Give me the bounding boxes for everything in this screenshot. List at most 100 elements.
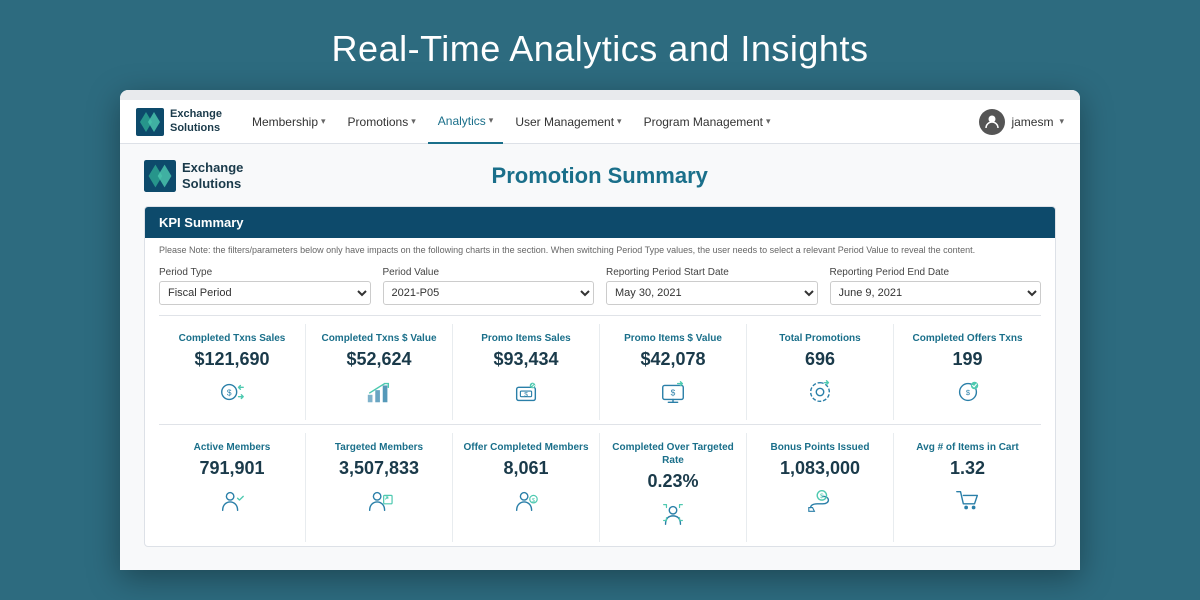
kpi-section: KPI Summary Please Note: the filters/par… <box>144 206 1056 547</box>
kpi-total-promotions-value: 696 <box>805 349 835 370</box>
kpi-completed-txns-value-value: $52,624 <box>346 349 411 370</box>
user-name-label: jamesm <box>1011 115 1053 129</box>
nav-user: jamesm ▾ <box>979 109 1064 135</box>
kpi-offer-completed-members-label: Offer Completed Members <box>463 441 588 454</box>
person-scan-icon <box>659 500 687 534</box>
kpi-promo-items-sales-label: Promo Items Sales <box>481 332 570 345</box>
filter-period-value-select[interactable]: 2021-P05 <box>383 281 595 305</box>
kpi-cell-avg-items-in-cart: Avg # of Items in Cart 1.32 <box>894 433 1041 542</box>
report-brand: Exchange Solutions <box>144 160 243 192</box>
kpi-total-promotions-label: Total Promotions <box>779 332 860 345</box>
filter-period-type-label: Period Type <box>159 267 371 278</box>
kpi-avg-items-in-cart-label: Avg # of Items in Cart <box>916 441 1018 454</box>
report-brand-logo-icon <box>144 160 176 192</box>
navbar-brand-name: Exchange Solutions <box>170 108 222 134</box>
nav-membership[interactable]: Membership ▾ <box>242 100 336 144</box>
filter-period-type-select[interactable]: Fiscal Period <box>159 281 371 305</box>
kpi-row-2: Active Members 791,901 Targeted Memb <box>145 425 1055 546</box>
filter-end-date: Reporting Period End Date June 9, 2021 <box>830 267 1042 305</box>
program-management-chevron: ▾ <box>766 116 771 127</box>
hand-coins-icon: $ <box>806 487 834 521</box>
kpi-cell-total-promotions: Total Promotions 696 <box>747 324 894 420</box>
kpi-completed-txns-sales-value: $121,690 <box>194 349 269 370</box>
nav-user-management[interactable]: User Management ▾ <box>505 100 631 144</box>
report-brand-name: Exchange Solutions <box>182 160 243 191</box>
kpi-completed-over-targeted-rate-label: Completed Over Targeted Rate <box>604 441 742 467</box>
person-target-icon <box>365 487 393 521</box>
report-header: Exchange Solutions Promotion Summary <box>144 160 1056 192</box>
svg-text:$: $ <box>671 387 676 397</box>
kpi-cell-promo-items-sales: Promo Items Sales $93,434 $ <box>453 324 600 420</box>
filter-period-value-label: Period Value <box>383 267 595 278</box>
filter-start-date-label: Reporting Period Start Date <box>606 267 818 278</box>
money-transfer-icon: $ <box>218 378 246 412</box>
kpi-active-members-label: Active Members <box>194 441 271 454</box>
kpi-cell-offer-completed-members: Offer Completed Members 8,061 $ <box>453 433 600 542</box>
filter-start-date: Reporting Period Start Date May 30, 2021 <box>606 267 818 305</box>
kpi-row-1: Completed Txns Sales $121,690 $ <box>145 316 1055 424</box>
browser-chrome <box>120 90 1080 100</box>
promotions-chevron: ▾ <box>411 116 416 127</box>
cash-register-icon: $ <box>512 378 540 412</box>
kpi-completed-over-targeted-rate-value: 0.23% <box>647 471 698 492</box>
kpi-cell-completed-offers-txns: Completed Offers Txns 199 $ <box>894 324 1041 420</box>
filter-end-date-select[interactable]: June 9, 2021 <box>830 281 1042 305</box>
kpi-active-members-value: 791,901 <box>199 458 264 479</box>
nav-promotions[interactable]: Promotions ▾ <box>338 100 426 144</box>
person-check-icon <box>218 487 246 521</box>
kpi-completed-txns-value-label: Completed Txns $ Value <box>321 332 436 345</box>
svg-text:$: $ <box>524 391 528 398</box>
kpi-targeted-members-value: 3,507,833 <box>339 458 419 479</box>
kpi-completed-txns-sales-label: Completed Txns Sales <box>179 332 286 345</box>
nav-items: Membership ▾ Promotions ▾ Analytics ▾ Us… <box>242 100 979 144</box>
filter-period-value: Period Value 2021-P05 <box>383 267 595 305</box>
kpi-header: KPI Summary <box>145 207 1055 238</box>
svg-text:$: $ <box>965 387 970 396</box>
kpi-cell-completed-txns-value: Completed Txns $ Value $52,624 <box>306 324 453 420</box>
filter-end-date-label: Reporting Period End Date <box>830 267 1042 278</box>
browser-window: Exchange Solutions Membership ▾ Promotio… <box>120 90 1080 570</box>
kpi-cell-completed-txns-sales: Completed Txns Sales $121,690 $ <box>159 324 306 420</box>
user-chevron: ▾ <box>1059 116 1064 127</box>
person-offer-icon: $ <box>512 487 540 521</box>
kpi-promo-items-dollar-value-value: $42,078 <box>640 349 705 370</box>
kpi-cell-bonus-points-issued: Bonus Points Issued 1,083,000 $ <box>747 433 894 542</box>
navbar: Exchange Solutions Membership ▾ Promotio… <box>120 100 1080 144</box>
kpi-bonus-points-issued-value: 1,083,000 <box>780 458 860 479</box>
svg-text:$: $ <box>820 493 824 500</box>
kpi-promo-items-sales-value: $93,434 <box>493 349 558 370</box>
main-content[interactable]: Exchange Solutions Promotion Summary KPI… <box>120 144 1080 570</box>
shopping-cart-icon <box>954 487 982 521</box>
trending-up-icon <box>365 378 393 412</box>
app-container: Exchange Solutions Membership ▾ Promotio… <box>120 100 1080 570</box>
offer-complete-icon: $ <box>954 378 982 412</box>
kpi-offer-completed-members-value: 8,061 <box>503 458 548 479</box>
filter-period-type: Period Type Fiscal Period <box>159 267 371 305</box>
user-avatar <box>979 109 1005 135</box>
settings-up-icon <box>806 378 834 412</box>
kpi-completed-offers-txns-label: Completed Offers Txns <box>912 332 1022 345</box>
svg-text:$: $ <box>227 387 232 397</box>
kpi-cell-promo-items-dollar-value: Promo Items $ Value $42,078 $ <box>600 324 747 420</box>
kpi-completed-offers-txns-value: 199 <box>952 349 982 370</box>
kpi-note: Please Note: the filters/parameters belo… <box>145 238 1055 261</box>
membership-chevron: ▾ <box>321 116 326 127</box>
filter-start-date-select[interactable]: May 30, 2021 <box>606 281 818 305</box>
kpi-bonus-points-issued-label: Bonus Points Issued <box>771 441 870 454</box>
analytics-chevron: ▾ <box>489 115 494 126</box>
brand-logo: Exchange Solutions <box>136 108 222 136</box>
monitor-dollar-icon: $ <box>659 378 687 412</box>
report-title: Promotion Summary <box>243 163 956 189</box>
nav-analytics[interactable]: Analytics ▾ <box>428 100 504 144</box>
user-management-chevron: ▾ <box>617 116 622 127</box>
filters-row: Period Type Fiscal Period Period Value 2… <box>145 261 1055 315</box>
kpi-promo-items-dollar-value-label: Promo Items $ Value <box>624 332 722 345</box>
hero-title: Real-Time Analytics and Insights <box>332 0 869 90</box>
kpi-targeted-members-label: Targeted Members <box>335 441 423 454</box>
kpi-cell-active-members: Active Members 791,901 <box>159 433 306 542</box>
nav-program-management[interactable]: Program Management ▾ <box>634 100 781 144</box>
kpi-cell-targeted-members: Targeted Members 3,507,833 <box>306 433 453 542</box>
kpi-avg-items-in-cart-value: 1.32 <box>950 458 985 479</box>
brand-logo-icon <box>136 108 164 136</box>
kpi-cell-completed-over-targeted-rate: Completed Over Targeted Rate 0.23% <box>600 433 747 542</box>
